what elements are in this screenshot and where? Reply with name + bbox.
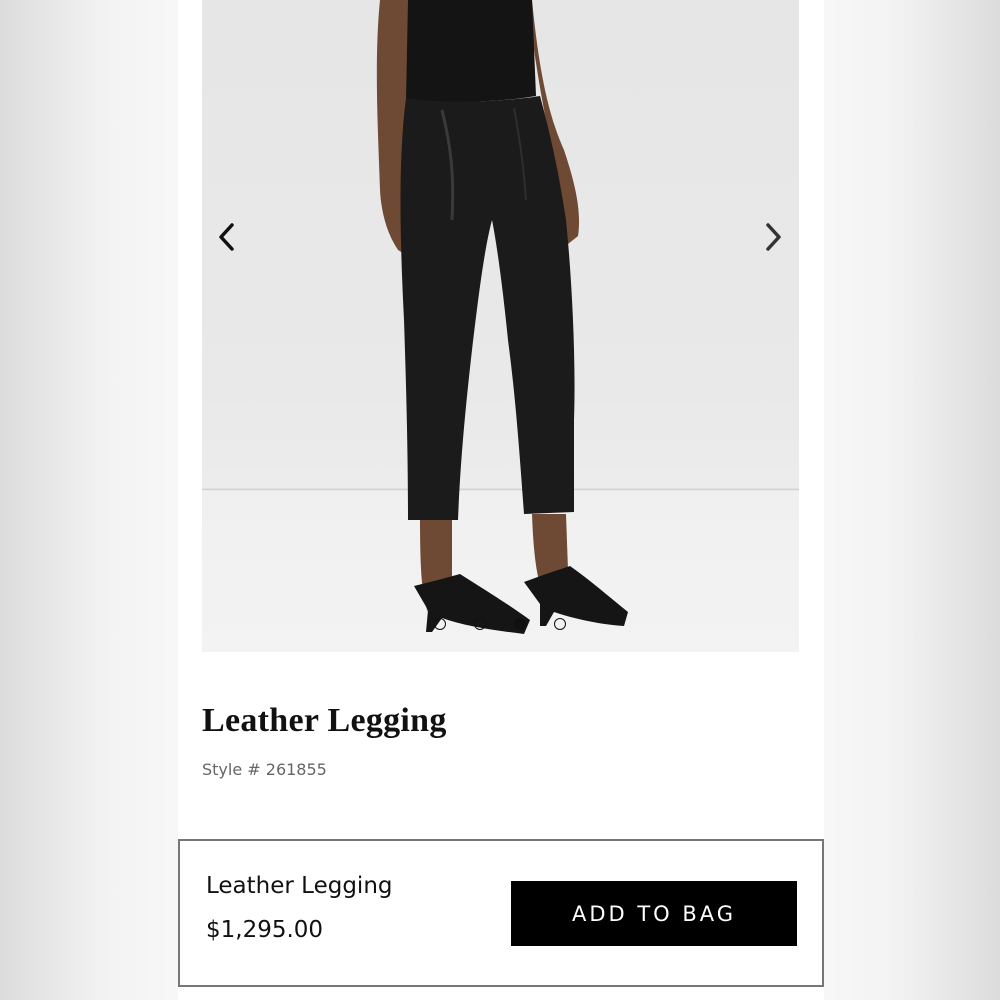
sticky-add-to-bag-bar: Leather Legging $1,295.00 ADD TO BAG [178,839,824,987]
gallery-dot[interactable] [474,618,486,630]
bar-product-price: $1,295.00 [206,917,324,943]
product-image [376,0,628,634]
chevron-left-icon [219,223,234,251]
gallery-dot[interactable] [554,618,566,630]
add-to-bag-button[interactable]: ADD TO BAG [511,881,797,946]
bar-product-name: Leather Legging [206,873,393,899]
gallery-dot-active[interactable] [514,618,526,630]
style-number: Style # 261855 [202,760,327,779]
gallery-dot[interactable] [434,618,446,630]
gallery-pagination [434,618,566,630]
chevron-right-icon [766,223,781,251]
next-image-button[interactable] [758,222,788,252]
product-image-gallery[interactable] [202,0,799,652]
previous-image-button[interactable] [212,222,242,252]
product-title: Leather Legging [202,702,447,739]
